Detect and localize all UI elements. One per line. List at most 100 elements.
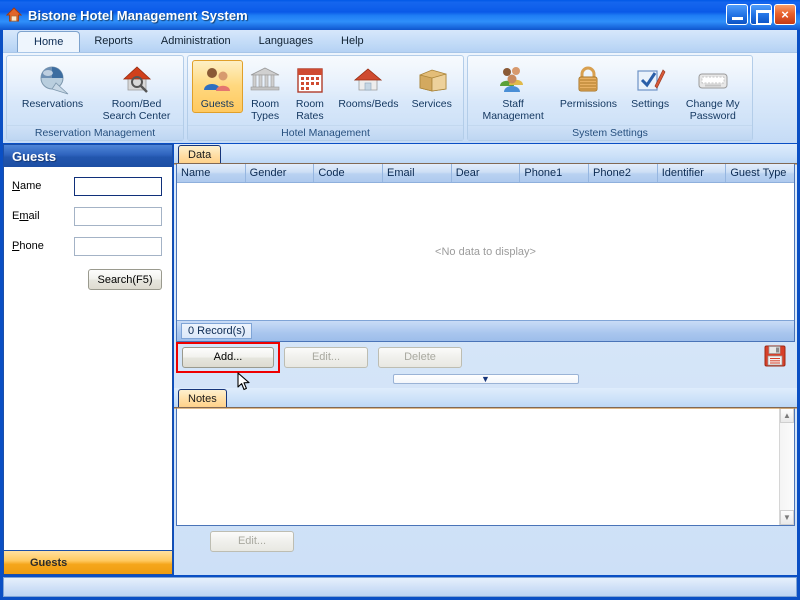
grid-column-gender[interactable]: Gender [246,164,315,182]
ribbon-button-guests[interactable]: Guests [192,60,243,113]
tab-administration-label: Administration [161,35,231,47]
email-field-label: Email [12,210,74,222]
tab-help[interactable]: Help [327,30,378,52]
guests-data-grid: Name Gender Code Email Dear Phone1 Phone… [176,164,795,342]
name-field-row: Name [12,175,172,197]
grid-column-guest-type[interactable]: Guest Type [726,164,794,182]
notes-edit-button[interactable]: Edit... [210,531,294,552]
house-icon [351,64,385,96]
minimize-button[interactable] [726,4,748,25]
bank-icon [248,64,282,96]
tab-notes[interactable]: Notes [178,389,227,407]
delete-button[interactable]: Delete [378,347,462,368]
ribbon-button-reservations[interactable]: Reservations [11,60,94,113]
ribbon-button-staff-management[interactable]: Staff Management [472,60,554,125]
staff-icon [496,64,530,96]
grid-column-code[interactable]: Code [314,164,383,182]
tab-reports-label: Reports [94,35,133,47]
tab-home[interactable]: Home [17,31,80,52]
main-content-area: Data Name Gender Code Email Dear Phone1 … [174,144,797,575]
ribbon-button-change-my-password-label: Change My Password [686,98,740,122]
grid-footer: 0 Record(s) [177,320,794,341]
status-bar [3,577,797,597]
grid-column-phone1[interactable]: Phone1 [520,164,589,182]
notes-textarea-wrapper: ▲ ▼ [176,408,795,526]
ribbon-button-change-my-password[interactable]: Change My Password [678,60,748,125]
checkbox-pencil-icon [633,64,667,96]
ribbon-button-room-types[interactable]: Room Types [243,60,288,125]
grid-column-name[interactable]: Name [177,164,246,182]
window-controls: × [726,4,796,25]
tab-reports[interactable]: Reports [80,30,147,52]
tab-administration[interactable]: Administration [147,30,245,52]
notes-tab-strip: Notes [174,388,797,408]
tab-data-label: Data [188,149,211,161]
ribbon-group-system-settings: Staff Management Permissions [467,55,753,141]
grid-column-dear[interactable]: Dear [452,164,521,182]
ribbon-button-room-rates-label: Room Rates [296,98,324,122]
panel-splitter[interactable]: ▼ [174,372,797,386]
data-tab-strip: Data [174,144,797,164]
ribbon-group-reservation-management: Reservations Room/Bed Search Center Rese… [6,55,184,141]
ribbon-button-rooms-beds[interactable]: Rooms/Beds [332,60,404,113]
menu-tab-strip: Home Reports Administration Languages He… [3,30,797,52]
edit-button[interactable]: Edit... [284,347,368,368]
app-house-icon [5,6,23,24]
grid-header-row: Name Gender Code Email Dear Phone1 Phone… [177,164,794,183]
add-button-highlight: Add... [182,347,274,368]
grid-column-email[interactable]: Email [383,164,452,182]
phone-input[interactable] [74,237,162,256]
add-button[interactable]: Add... [182,347,274,368]
splitter-handle[interactable]: ▼ [393,374,579,384]
maximize-button[interactable] [750,4,772,25]
house-search-icon [120,64,154,96]
record-count-badge: 0 Record(s) [181,323,252,339]
notes-textarea[interactable] [177,408,779,525]
grid-body: <No data to display> [177,183,794,320]
scroll-up-icon[interactable]: ▲ [780,408,794,423]
ribbon-button-staff-management-label: Staff Management [482,98,543,122]
ribbon-button-room-bed-search-center-label: Room/Bed Search Center [103,98,171,122]
title-bar: Bistone Hotel Management System × [0,0,800,30]
ribbon-button-services[interactable]: Services [404,60,459,113]
ribbon-button-permissions-label: Permissions [560,98,617,110]
sidebar-item-guests-label: Guests [30,557,67,569]
email-field-row: Email [12,205,172,227]
close-icon: × [781,8,789,21]
globe-icon [36,64,70,96]
window-title: Bistone Hotel Management System [28,8,248,23]
ribbon-group-hotel-management: Guests Room Types [187,55,464,141]
search-button[interactable]: Search(F5) [88,269,162,290]
ribbon-button-services-label: Services [412,98,452,110]
grid-column-identifier[interactable]: Identifier [658,164,727,182]
ribbon-group-label-reservation-management: Reservation Management [7,125,183,140]
name-input[interactable] [74,177,162,196]
phone-field-label: Phone [12,240,74,252]
ribbon-button-settings[interactable]: Settings [623,60,678,113]
name-field-label: Name [12,180,74,192]
application-window: Bistone Hotel Management System × Home R… [0,0,800,600]
guests-search-panel: Guests Name Email Phone Search(F5) Guest… [3,144,173,575]
notes-vertical-scrollbar[interactable]: ▲ ▼ [779,408,794,525]
tab-languages[interactable]: Languages [245,30,327,52]
ribbon-button-rooms-beds-label: Rooms/Beds [338,98,398,110]
tab-home-label: Home [34,36,63,48]
floppy-save-icon[interactable] [763,344,787,368]
ribbon-button-room-rates[interactable]: Room Rates [288,60,333,125]
ribbon-button-reservations-label: Reservations [22,98,83,110]
email-input[interactable] [74,207,162,226]
guests-search-panel-title: Guests [4,145,172,167]
calendar-icon [293,64,327,96]
ribbon-button-permissions[interactable]: Permissions [554,60,623,113]
grid-action-button-bar: Add... Edit... Delete [174,342,797,372]
close-button[interactable]: × [774,4,796,25]
tab-data[interactable]: Data [178,145,221,163]
keyboard-icon [696,64,730,96]
scroll-down-icon[interactable]: ▼ [780,510,794,525]
box-icon [415,64,449,96]
ribbon-button-settings-label: Settings [631,98,669,110]
ribbon-button-room-bed-search-center[interactable]: Room/Bed Search Center [94,60,179,125]
grid-column-phone2[interactable]: Phone2 [589,164,658,182]
notes-button-bar: Edit... [174,526,797,556]
sidebar-item-guests[interactable]: Guests [4,550,172,574]
